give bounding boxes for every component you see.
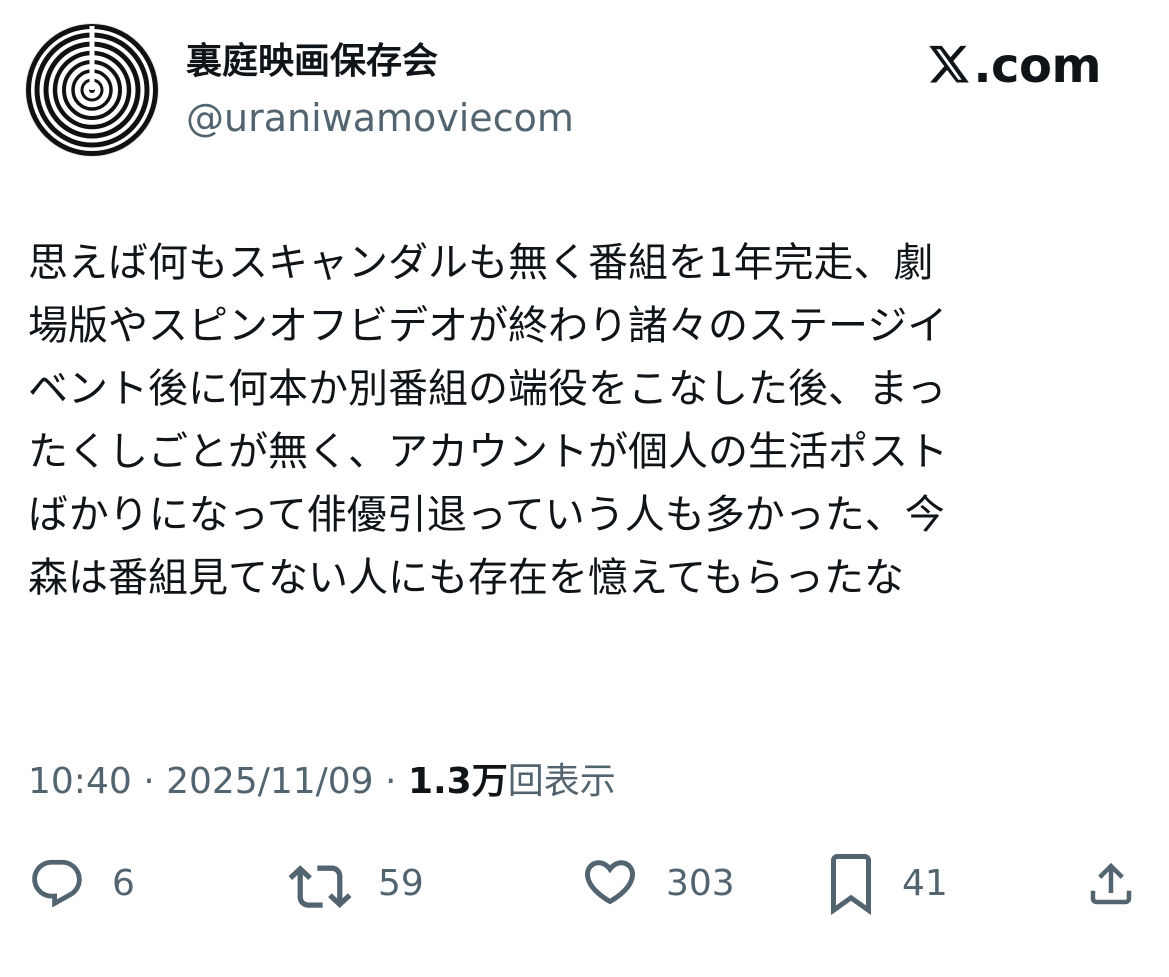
bookmark-button[interactable]: 41 [826, 852, 948, 916]
meta-separator: · [373, 761, 408, 802]
tweet-text: 思えば何もスキャンダルも無く番組を1年完走、劇 場版やスピンオフビデオが終わり諸… [28, 232, 1138, 610]
repost-count: 59 [378, 863, 424, 904]
reply-icon [32, 859, 82, 908]
tweet-date[interactable]: 2025/11/09 [166, 761, 374, 802]
x-logo-icon [929, 45, 970, 83]
display-name[interactable]: 裏庭映画保存会 [186, 38, 438, 86]
share-button[interactable] [1084, 852, 1138, 916]
tweet-text-line: 森は番組見てない人にも存在を憶えてもらったな [28, 555, 904, 601]
spiral-avatar-icon [26, 24, 158, 156]
views-count: 1.3万 [407, 761, 508, 802]
reply-count: 6 [112, 863, 135, 904]
meta-separator: · [131, 761, 167, 802]
reply-button[interactable]: 6 [28, 852, 135, 916]
views-label: 回表示 [507, 761, 616, 802]
site-mark: .com [927, 36, 1101, 96]
repost-icon [288, 865, 352, 909]
action-bar: 6 59 303 41 [0, 852, 1169, 916]
user-handle[interactable]: @uraniwamoviecom [186, 94, 574, 142]
tweet-text-line: ベント後に何本か別番組の端役をこなした後、まっ [28, 366, 947, 412]
tweet-meta: 10:40 · 2025/11/09 · 1.3万回表示 [28, 756, 616, 808]
tweet-time[interactable]: 10:40 [28, 761, 132, 802]
bookmark-count: 41 [902, 863, 948, 904]
like-count: 303 [666, 863, 735, 904]
heart-icon [584, 860, 636, 905]
tweet-text-line: 場版やスピンオフビデオが終わり諸々のステージイ [28, 303, 948, 349]
repost-button[interactable]: 59 [288, 852, 424, 916]
like-button[interactable]: 303 [580, 852, 735, 916]
share-icon [1090, 862, 1132, 905]
bookmark-icon [831, 854, 871, 915]
tweet-text-line: 思えば何もスキャンダルも無く番組を1年完走、劇 [28, 240, 934, 286]
avatar[interactable] [26, 24, 158, 156]
tweet-text-line: ばかりになって俳優引退っていう人も多かった、今 [28, 492, 945, 538]
site-label: .com [973, 38, 1101, 94]
tweet-text-line: たくしごとが無く、アカウントが個人の生活ポスト [28, 429, 948, 475]
